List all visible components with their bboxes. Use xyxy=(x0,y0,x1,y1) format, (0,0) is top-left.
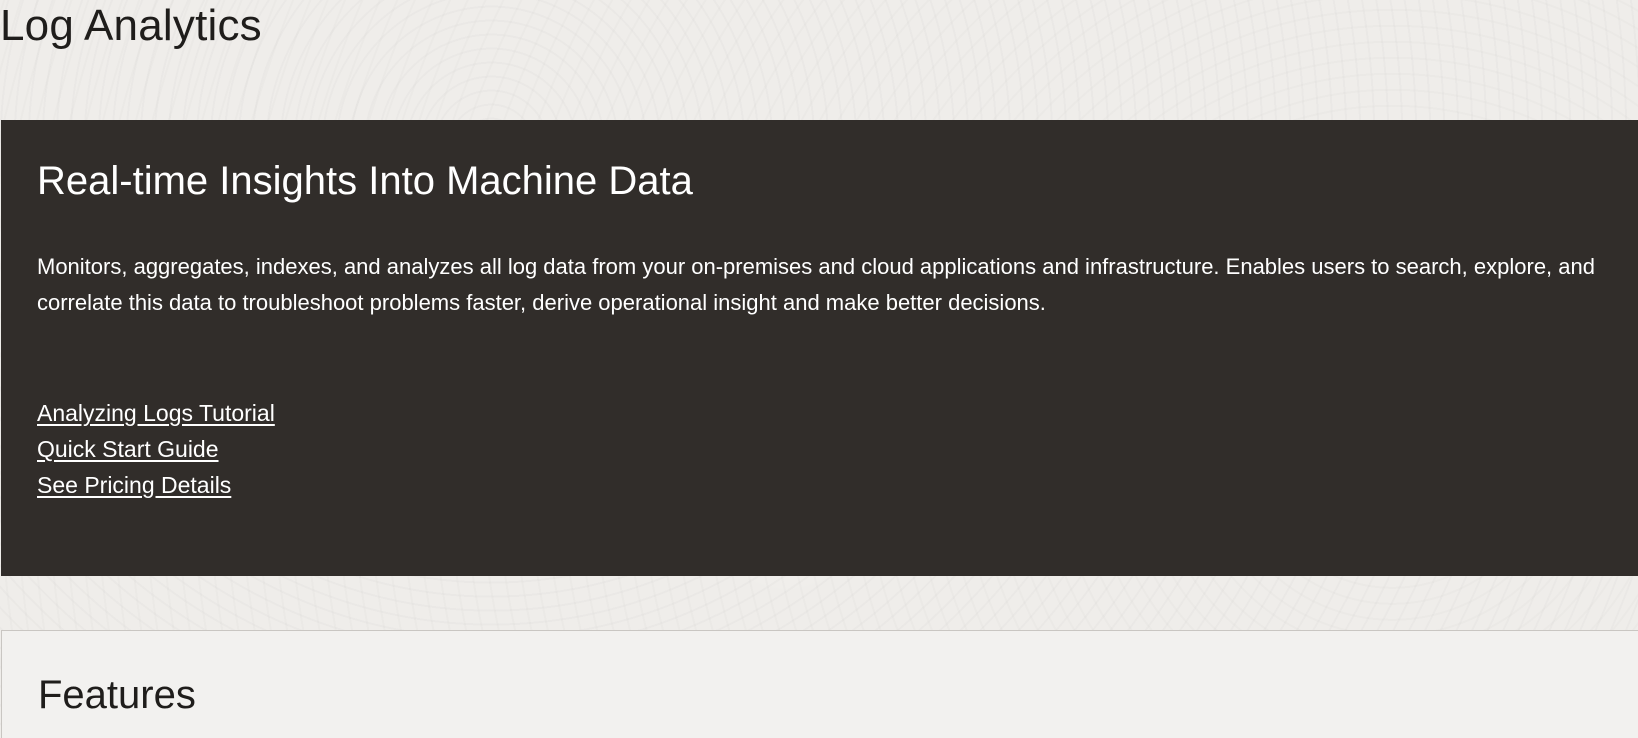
hero-title: Real-time Insights Into Machine Data xyxy=(37,159,693,203)
page-title: Log Analytics xyxy=(0,1,262,50)
hero-links: Analyzing Logs Tutorial Quick Start Guid… xyxy=(37,395,275,503)
features-panel: Features xyxy=(1,630,1638,738)
quick-start-guide-link[interactable]: Quick Start Guide xyxy=(37,431,275,467)
hero-description: Monitors, aggregates, indexes, and analy… xyxy=(37,254,1595,315)
analyzing-logs-tutorial-link[interactable]: Analyzing Logs Tutorial xyxy=(37,395,275,431)
hero-banner: Real-time Insights Into Machine Data Mon… xyxy=(1,120,1638,576)
see-pricing-details-link[interactable]: See Pricing Details xyxy=(37,467,275,503)
features-title: Features xyxy=(38,673,196,717)
